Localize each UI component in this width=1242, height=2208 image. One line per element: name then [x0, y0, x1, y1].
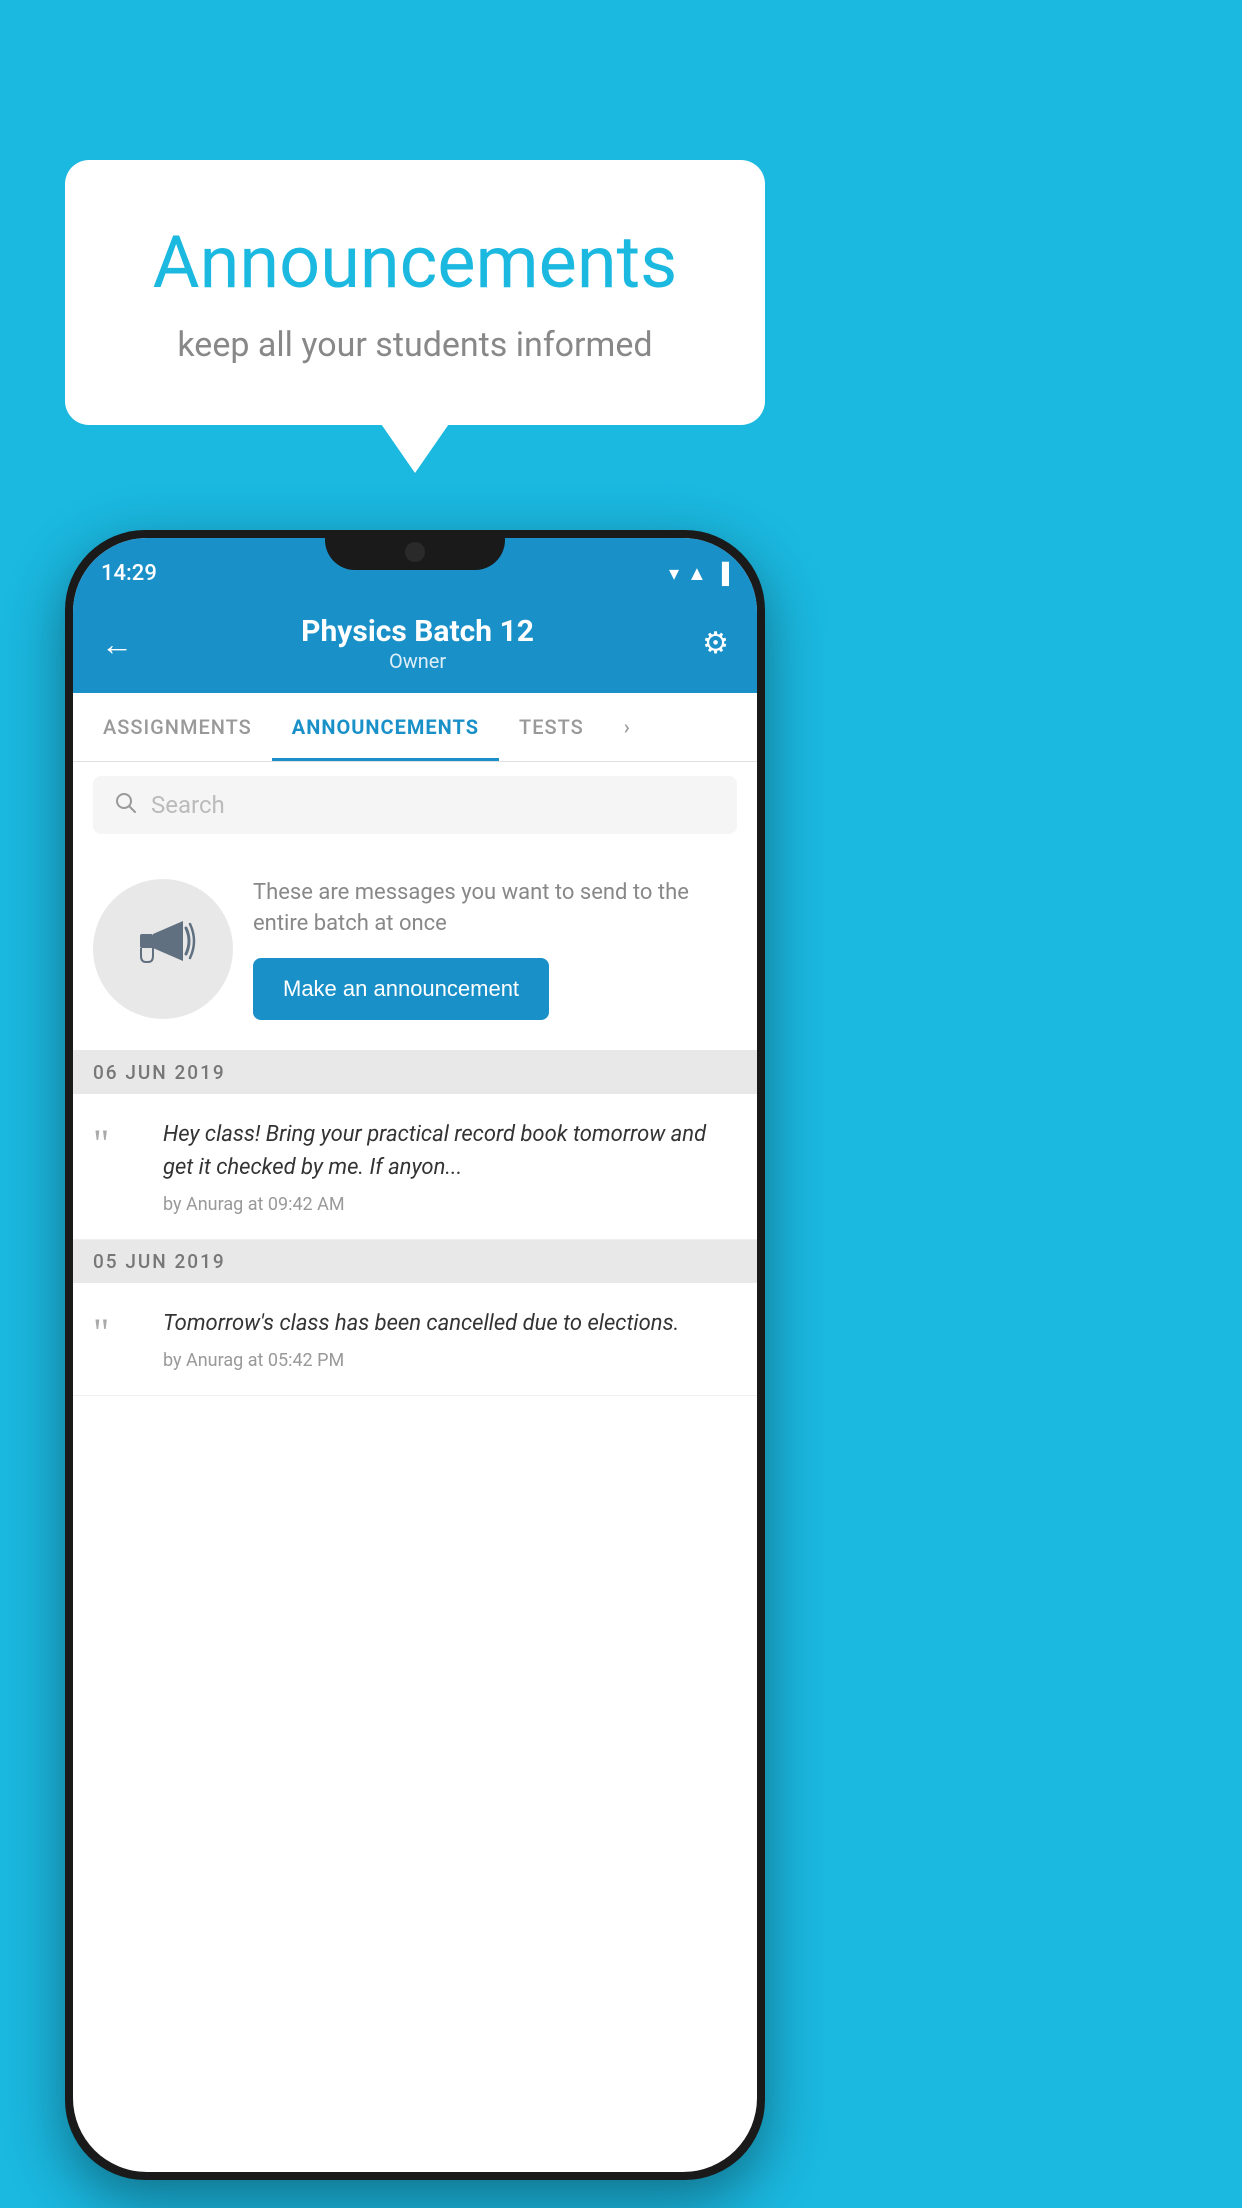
tab-tests[interactable]: TESTS: [499, 693, 604, 761]
cta-right: These are messages you want to send to t…: [253, 878, 737, 1020]
announcement-content-1: Hey class! Bring your practical record b…: [163, 1118, 737, 1215]
speech-bubble: Announcements keep all your students inf…: [65, 160, 765, 425]
header-title: Physics Batch 12: [301, 614, 534, 649]
phone-screen: 14:29 ▾ ▲ ▐ ← Physics Batch 12 Owner ⚙ A…: [73, 538, 757, 2172]
tab-assignments[interactable]: ASSIGNMENTS: [83, 693, 272, 761]
megaphone-circle: [93, 879, 233, 1019]
status-icons: ▾ ▲ ▐: [669, 561, 729, 586]
quote-mark-1: ": [93, 1121, 109, 1166]
header-subtitle: Owner: [301, 649, 534, 673]
announcement-text-2: Tomorrow's class has been cancelled due …: [163, 1307, 737, 1340]
announcement-item-2[interactable]: " Tomorrow's class has been cancelled du…: [73, 1283, 757, 1396]
battery-icon: ▐: [715, 561, 729, 586]
quote-icon-container-1: ": [93, 1118, 143, 1164]
announcement-author-2: by Anurag at 05:42 PM: [163, 1350, 737, 1371]
search-container: Search: [73, 762, 757, 848]
settings-icon[interactable]: ⚙: [702, 626, 729, 661]
phone-camera: [405, 542, 425, 562]
signal-icon: ▲: [687, 561, 707, 586]
wifi-icon: ▾: [669, 561, 679, 585]
announcement-item-1[interactable]: " Hey class! Bring your practical record…: [73, 1094, 757, 1240]
announcement-text-1: Hey class! Bring your practical record b…: [163, 1118, 737, 1184]
date-label-2: 05 JUN 2019: [93, 1250, 226, 1273]
announcement-content-2: Tomorrow's class has been cancelled due …: [163, 1307, 737, 1371]
announcement-author-1: by Anurag at 09:42 AM: [163, 1194, 737, 1215]
search-icon: [113, 790, 137, 820]
phone-notch: [325, 530, 505, 570]
date-separator-2: 05 JUN 2019: [73, 1240, 757, 1283]
speech-bubble-title: Announcements: [115, 220, 715, 305]
speech-bubble-container: Announcements keep all your students inf…: [65, 160, 765, 425]
tab-announcements[interactable]: ANNOUNCEMENTS: [272, 693, 499, 761]
app-header: ← Physics Batch 12 Owner ⚙: [73, 598, 757, 693]
tabs-bar: ASSIGNMENTS ANNOUNCEMENTS TESTS ›: [73, 693, 757, 762]
megaphone-icon: [128, 906, 198, 992]
cta-description: These are messages you want to send to t…: [253, 878, 737, 940]
quote-icon-container-2: ": [93, 1307, 143, 1353]
search-bar[interactable]: Search: [93, 776, 737, 834]
announcement-cta-section: These are messages you want to send to t…: [73, 848, 757, 1051]
header-center: Physics Batch 12 Owner: [301, 614, 534, 673]
quote-mark-2: ": [93, 1310, 109, 1355]
speech-bubble-subtitle: keep all your students informed: [115, 325, 715, 365]
date-separator-1: 06 JUN 2019: [73, 1051, 757, 1094]
phone-container: 14:29 ▾ ▲ ▐ ← Physics Batch 12 Owner ⚙ A…: [65, 530, 765, 2180]
date-label-1: 06 JUN 2019: [93, 1061, 226, 1084]
make-announcement-button[interactable]: Make an announcement: [253, 958, 549, 1020]
tab-more[interactable]: ›: [604, 693, 651, 761]
search-placeholder: Search: [151, 791, 225, 819]
back-button[interactable]: ←: [101, 625, 133, 663]
phone-frame: 14:29 ▾ ▲ ▐ ← Physics Batch 12 Owner ⚙ A…: [65, 530, 765, 2180]
status-time: 14:29: [101, 561, 157, 586]
